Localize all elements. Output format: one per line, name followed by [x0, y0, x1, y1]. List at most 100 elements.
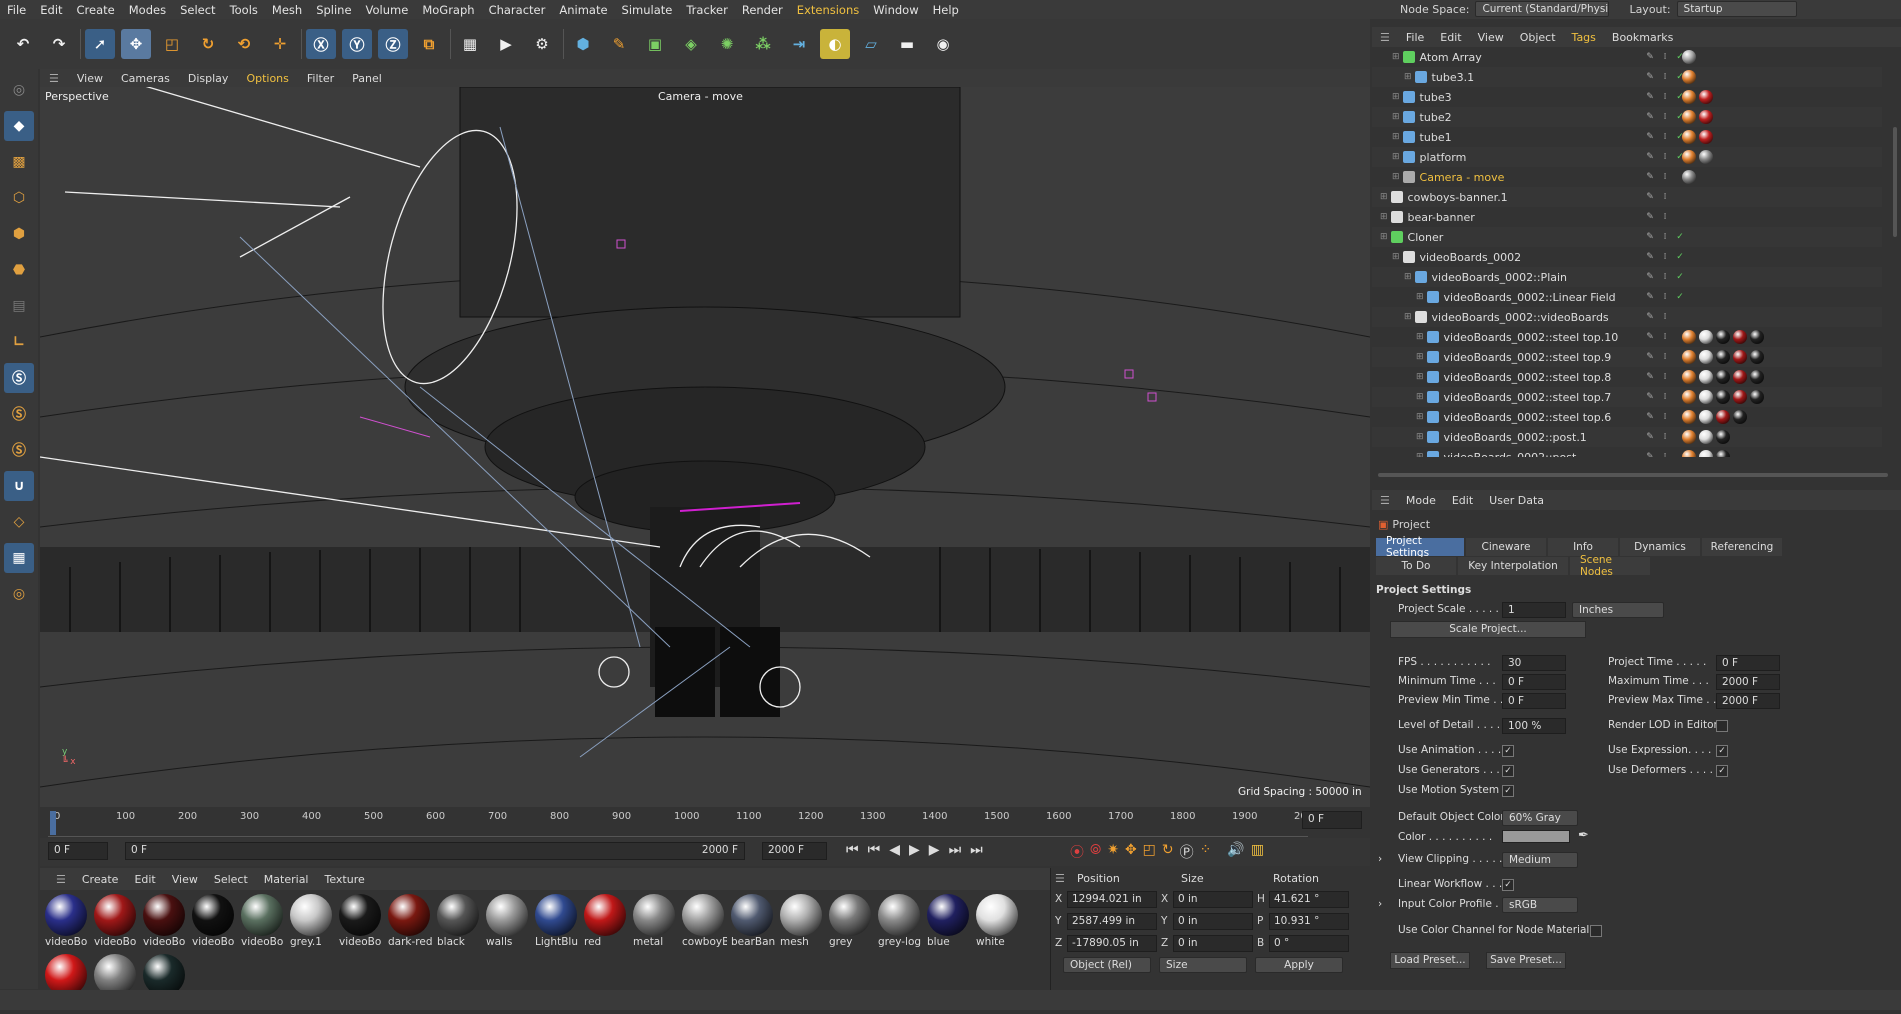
coord-size-field[interactable]: 0 in — [1173, 934, 1253, 952]
visibility-dots-icon[interactable]: ⁞ — [1659, 131, 1671, 143]
material-tag-icon[interactable] — [1750, 370, 1764, 384]
edit-icon[interactable]: ✎ — [1644, 151, 1656, 163]
deformer-icon[interactable]: ⇥ — [784, 29, 814, 59]
object-row[interactable]: ⊞ videoBoards_0002::steel top.6 ✎ ⁞ — [1372, 407, 1882, 427]
material-menu-view[interactable]: View — [164, 873, 206, 886]
edit-icon[interactable]: ✎ — [1644, 431, 1656, 443]
goto-start-icon[interactable]: ⏮ — [846, 842, 859, 858]
visibility-dots-icon[interactable]: ⁞ — [1659, 311, 1671, 323]
material-swatch[interactable]: mesh — [777, 894, 825, 954]
material-tag-icon[interactable] — [1733, 410, 1747, 424]
expand-icon[interactable]: ⊞ — [1380, 232, 1388, 242]
visibility-dots-icon[interactable]: ⁞ — [1659, 251, 1671, 263]
menu-character[interactable]: Character — [482, 3, 553, 17]
material-swatch[interactable]: videoBo — [189, 894, 237, 954]
coord-position-field[interactable]: 2587.499 in — [1067, 912, 1157, 930]
coord-menu-icon[interactable]: ☰ — [1051, 872, 1073, 885]
material-tag-icon[interactable] — [1682, 410, 1696, 424]
select-tool-icon[interactable]: ➚ — [85, 29, 115, 59]
menu-tracker[interactable]: Tracker — [679, 3, 735, 17]
use-deformers-checkbox[interactable]: ✓ — [1716, 765, 1728, 777]
input-profile-expand-icon[interactable]: › — [1378, 898, 1382, 910]
uv-mode-icon[interactable]: ▤ — [4, 291, 34, 321]
object-row[interactable]: ⊞ cowboys-banner.1 ✎ ⁞ — [1372, 187, 1882, 207]
key-pos-icon[interactable]: ✥ — [1125, 842, 1137, 862]
node-space-dropdown[interactable]: Current (Standard/Physical) — [1475, 1, 1610, 17]
playhead[interactable] — [50, 811, 56, 835]
material-swatch[interactable]: LightBlu — [532, 894, 580, 954]
points-mode-icon[interactable]: ⬡ — [4, 183, 34, 213]
preview-max-field[interactable]: 2000 F — [1716, 693, 1780, 709]
viewport-menu-view[interactable]: View — [68, 72, 112, 85]
x-axis-icon[interactable]: Ⓧ — [306, 29, 336, 59]
attribute-menu-icon[interactable]: ☰ — [1372, 494, 1398, 507]
goto-end-icon[interactable]: ⏭ — [970, 842, 983, 858]
extrude-icon[interactable]: ◈ — [676, 29, 706, 59]
end-frame-field[interactable]: 2000 F — [762, 842, 827, 860]
magnet-icon[interactable]: ∪ — [4, 471, 34, 501]
expand-icon[interactable]: ⊞ — [1392, 52, 1400, 62]
redo-icon[interactable]: ↷ — [44, 29, 74, 59]
coord-mode-dropdown[interactable]: Object (Rel) — [1063, 957, 1151, 973]
edit-icon[interactable]: ✎ — [1644, 311, 1656, 323]
edit-icon[interactable]: ✎ — [1644, 451, 1656, 457]
viewport-menu-display[interactable]: Display — [179, 72, 238, 85]
viewport-menu-options[interactable]: Options — [237, 72, 297, 85]
material-menu-edit[interactable]: Edit — [126, 873, 163, 886]
tab-cineware[interactable]: Cineware — [1466, 538, 1546, 556]
material-swatch[interactable]: black — [434, 894, 482, 954]
key-rot-icon[interactable]: ↻ — [1162, 842, 1174, 862]
use-expression-checkbox[interactable]: ✓ — [1716, 745, 1728, 757]
visibility-dots-icon[interactable]: ⁞ — [1659, 211, 1671, 223]
menu-file[interactable]: File — [0, 3, 33, 17]
render-region-icon[interactable]: ▦ — [455, 29, 485, 59]
tab-key-interpolation[interactable]: Key Interpolation — [1458, 557, 1568, 575]
default-color-dropdown[interactable]: 60% Gray — [1502, 810, 1578, 826]
view-clipping-dropdown[interactable]: Medium — [1502, 852, 1578, 868]
range-slider[interactable]: 0 F 2000 F — [125, 842, 745, 860]
prev-frame-icon[interactable]: ◀ — [889, 842, 900, 858]
material-tag-icon[interactable] — [1699, 390, 1713, 404]
object-menu-file[interactable]: File — [1398, 31, 1432, 44]
expand-icon[interactable]: ⊞ — [1392, 92, 1400, 102]
use-generators-checkbox[interactable]: ✓ — [1502, 765, 1514, 777]
object-row[interactable]: ⊞ videoBoards_0002::Linear Field ✎ ⁞ ✓ — [1372, 287, 1882, 307]
material-menu-icon[interactable]: ☰ — [48, 873, 74, 886]
lod-field[interactable]: 100 % — [1502, 718, 1566, 734]
coordinate-icon[interactable]: ✛ — [265, 29, 295, 59]
viewport-menu-icon[interactable]: ☰ — [40, 72, 68, 85]
input-profile-dropdown[interactable]: sRGB — [1502, 897, 1578, 913]
grid-icon[interactable]: ▦ — [4, 543, 34, 573]
enabled-check-icon[interactable]: ✓ — [1674, 291, 1686, 303]
visibility-dots-icon[interactable]: ⁞ — [1659, 331, 1671, 343]
move-tool-icon[interactable]: ✥ — [121, 29, 151, 59]
pen-icon[interactable]: ✎ — [604, 29, 634, 59]
object-row[interactable]: ⊞ bear-banner ✎ ⁞ — [1372, 207, 1882, 227]
object-row[interactable]: ⊞ videoBoards_0002 ✎ ⁞ ✓ — [1372, 247, 1882, 267]
material-tag-icon[interactable] — [1682, 330, 1696, 344]
material-tag-icon[interactable] — [1699, 150, 1713, 164]
visibility-dots-icon[interactable]: ⁞ — [1659, 71, 1671, 83]
material-tag-icon[interactable] — [1699, 450, 1713, 457]
load-preset-button[interactable]: Load Preset... — [1390, 952, 1470, 969]
menu-simulate[interactable]: Simulate — [615, 3, 680, 17]
material-swatch[interactable]: videoBo — [91, 894, 139, 954]
render-settings-icon[interactable]: ⚙ — [527, 29, 557, 59]
next-frame-icon[interactable]: ▶ — [929, 842, 940, 858]
object-row[interactable]: ⊞ tube1 ✎ ⁞ ✓ — [1372, 127, 1882, 147]
object-vscroll[interactable] — [1893, 127, 1897, 237]
object-row[interactable]: ⊞ Camera - move ✎ ⁞ — [1372, 167, 1882, 187]
key-scale-icon[interactable]: ◰ — [1143, 842, 1156, 862]
viewport-canvas[interactable]: Perspective Camera - move Grid Spacing :… — [40, 87, 1370, 807]
menu-edit[interactable]: Edit — [33, 3, 69, 17]
material-tag-icon[interactable] — [1682, 110, 1696, 124]
material-tag-icon[interactable] — [1733, 390, 1747, 404]
use-color-channel-checkbox[interactable] — [1590, 925, 1602, 937]
edit-icon[interactable]: ✎ — [1644, 171, 1656, 183]
workplane-lock-icon[interactable]: ◎ — [4, 579, 34, 609]
material-menu-select[interactable]: Select — [206, 873, 256, 886]
material-tag-icon[interactable] — [1699, 370, 1713, 384]
save-preset-button[interactable]: Save Preset... — [1486, 952, 1566, 969]
material-swatch[interactable]: walls — [483, 894, 531, 954]
visibility-dots-icon[interactable]: ⁞ — [1659, 111, 1671, 123]
